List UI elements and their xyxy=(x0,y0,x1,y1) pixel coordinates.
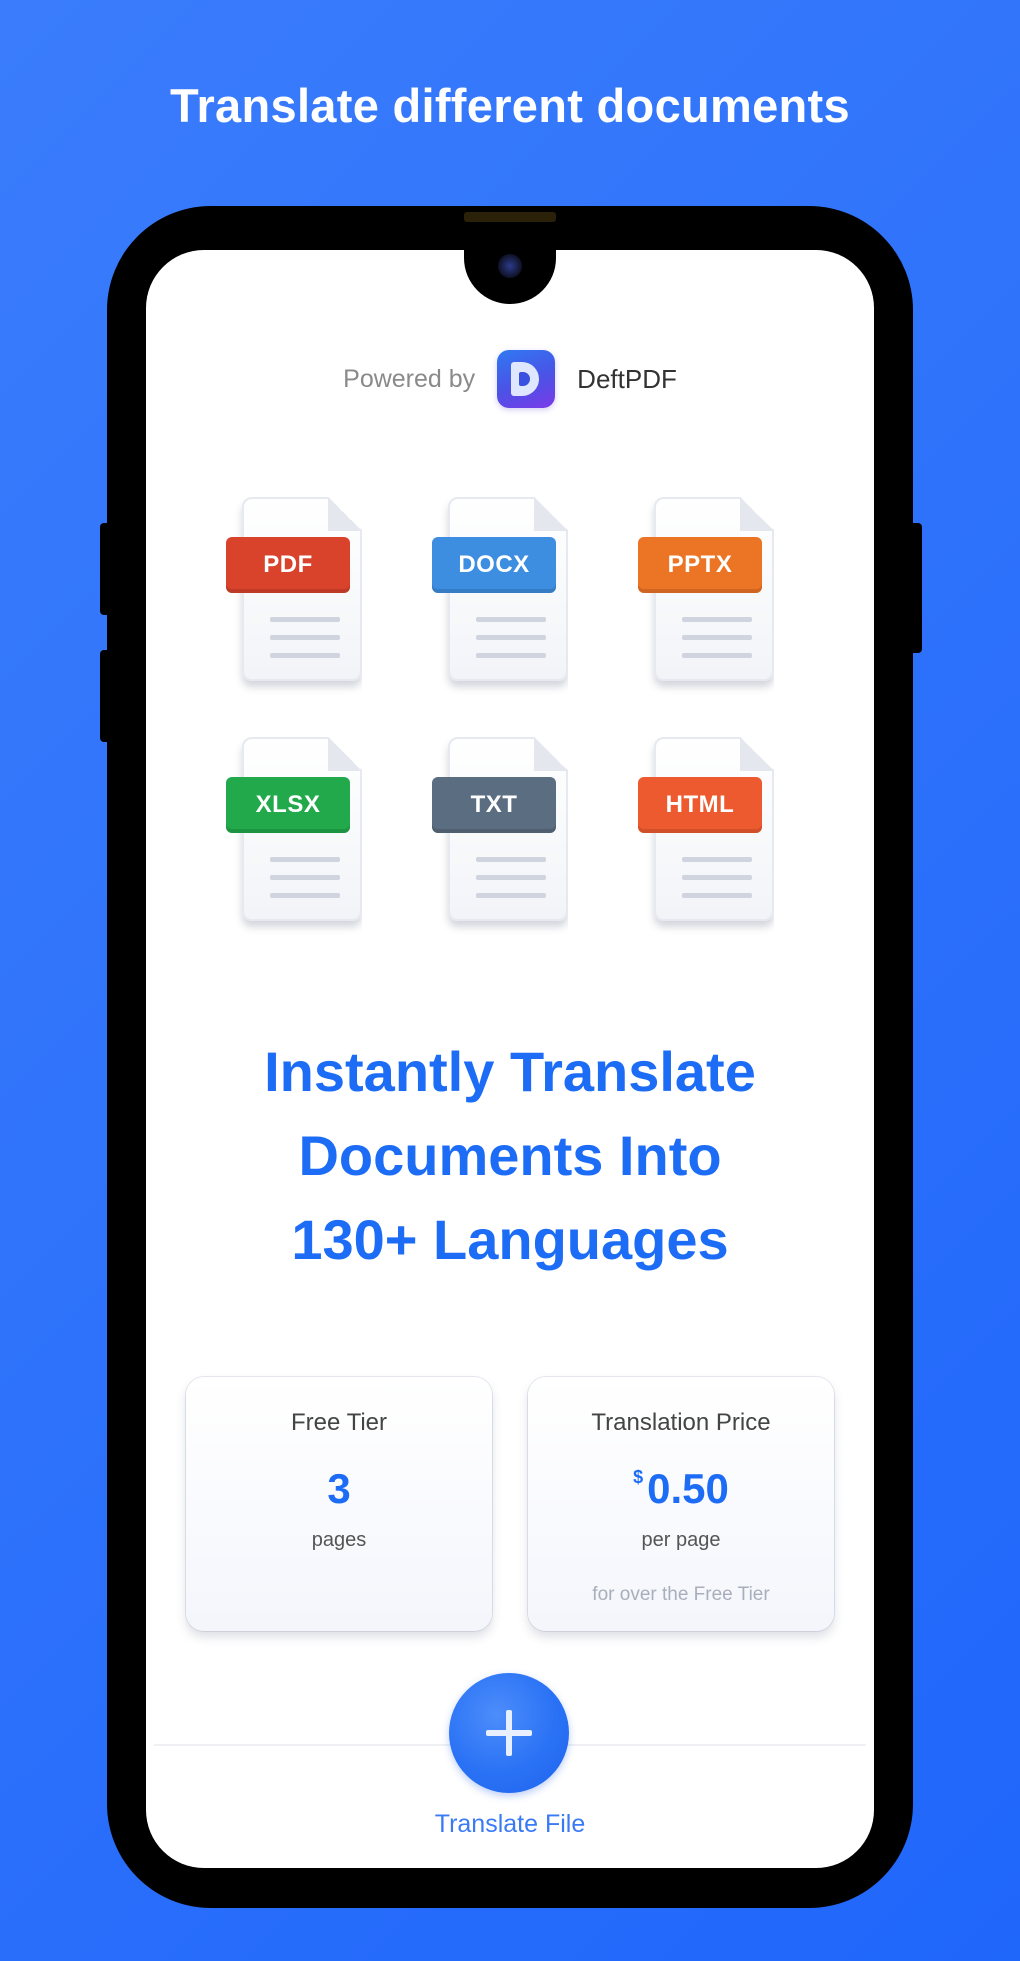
card-unit: per page xyxy=(641,1529,721,1551)
xlsx-file-icon: XLSX xyxy=(226,737,362,923)
brand-name: DeftPDF xyxy=(577,363,677,394)
card-note: for over the Free Tier xyxy=(592,1584,770,1605)
banner-title: Translate different documents xyxy=(170,79,850,132)
pptx-file-icon: PPTX xyxy=(638,497,774,683)
price-amount: 0.50 xyxy=(647,1465,729,1512)
file-type-label: XLSX xyxy=(226,777,350,833)
translate-file-label[interactable]: Translate File xyxy=(146,1810,874,1839)
headline-line: Instantly Translate xyxy=(264,1040,756,1103)
plus-icon xyxy=(486,1710,532,1756)
currency-symbol: $ xyxy=(633,1467,644,1487)
file-type-label: DOCX xyxy=(432,537,556,593)
file-type-label: HTML xyxy=(638,777,762,833)
txt-file-icon: TXT xyxy=(432,737,568,923)
free-tier-card: Free Tier 3 pages xyxy=(186,1377,492,1631)
powered-by: Powered by DeftPDF xyxy=(146,350,874,408)
translate-file-button[interactable] xyxy=(449,1673,569,1793)
file-type-label: PPTX xyxy=(638,537,762,593)
card-title: Translation Price xyxy=(591,1409,771,1436)
card-unit: pages xyxy=(311,1529,367,1551)
headline-line: 130+ Languages xyxy=(291,1208,729,1271)
translation-price-card: Translation Price $0.50 per page for ove… xyxy=(528,1377,834,1631)
free-pages-value: 3 xyxy=(327,1465,351,1512)
file-type-grid: PDF DOCX PPTX XLSX TXT HTML xyxy=(226,497,792,923)
pdf-file-icon: PDF xyxy=(226,497,362,683)
file-type-label: TXT xyxy=(432,777,556,833)
phone-earpiece xyxy=(464,212,556,222)
docx-file-icon: DOCX xyxy=(432,497,568,683)
deftpdf-logo-icon xyxy=(497,350,556,408)
app-screen: Powered by DeftPDF PDF DOCX PPTX XLSX TX… xyxy=(146,250,874,1868)
headline-line: Documents Into xyxy=(298,1124,722,1187)
powered-by-label: Powered by xyxy=(343,364,476,393)
camera-icon xyxy=(498,254,522,278)
card-title: Free Tier xyxy=(290,1409,388,1436)
price-value: $0.50 xyxy=(528,1465,834,1513)
html-file-icon: HTML xyxy=(638,737,774,923)
pricing-cards: Free Tier 3 pages Translation Price $0.5… xyxy=(186,1377,834,1631)
camera-notch xyxy=(464,250,556,304)
headline: Instantly Translate Documents Into 130+ … xyxy=(146,1030,874,1282)
file-type-label: PDF xyxy=(226,537,350,593)
